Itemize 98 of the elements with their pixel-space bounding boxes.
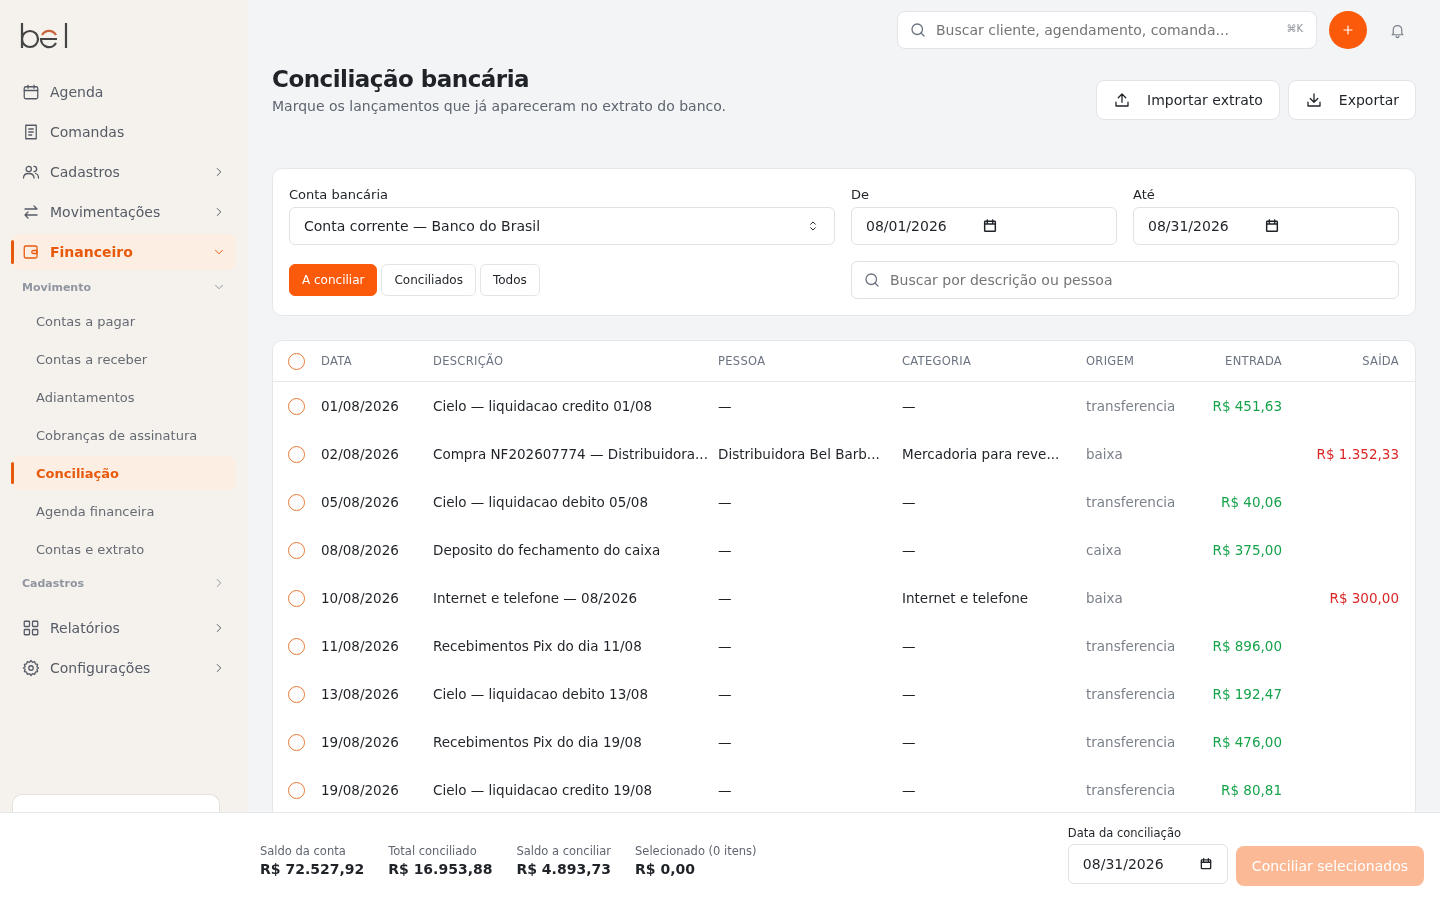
table-cell-text: baixa: [1086, 446, 1124, 462]
column-header: PESSOA: [718, 354, 767, 368]
table-cell-text: 02/08/2026: [321, 446, 400, 462]
action-button[interactable]: Exportar: [1287, 80, 1416, 120]
stat-value: R$ 72.527,92: [260, 861, 365, 877]
stat-value: R$ 4.893,73: [516, 861, 612, 877]
sidebar-item[interactable]: Cadastros: [12, 154, 236, 190]
field-label: De: [851, 187, 870, 202]
table-cell-text: —: [718, 638, 733, 654]
page-subtitle: Marque os lançamentos que já apareceram no extrato do banco.: [272, 98, 726, 114]
table-cell-text: 01/08/2026: [321, 398, 400, 414]
amount-cell: R$ 476,00: [1212, 734, 1282, 750]
sidebar-item[interactable]: Configurações: [12, 650, 236, 686]
table-cell-text: 05/08/2026: [321, 494, 400, 510]
date-field[interactable]: 08/31/2026: [1067, 843, 1228, 884]
amount-cell: R$ 451,63: [1212, 398, 1282, 414]
table-cell-text: Internet e telefone: [902, 590, 1030, 606]
table-cell-text: —: [902, 638, 917, 654]
table-cell-text: Mercadoria para reve...: [902, 446, 1061, 462]
table-cell-text: 19/08/2026: [321, 734, 400, 750]
sidebar-subitem[interactable]: Contas a receber: [12, 342, 236, 376]
table-cell-text: —: [718, 494, 733, 510]
table-cell-text: 19/08/2026: [321, 782, 400, 798]
field-label: Até: [1133, 187, 1156, 202]
table-cell-text: transferencia: [1086, 494, 1177, 510]
table-cell-text: Cielo — liquidacao credito 01/08: [433, 398, 654, 414]
amount-cell: R$ 1.352,33: [1316, 446, 1399, 462]
table-cell-text: —: [902, 398, 917, 414]
table-cell-text: baixa: [1086, 590, 1124, 606]
table-cell-text: transferencia: [1086, 398, 1177, 414]
table-cell-text: 11/08/2026: [321, 638, 400, 654]
table-cell-text: Distribuidora Bel Barb...: [718, 446, 881, 462]
table-cell-text: —: [902, 782, 917, 798]
sidebar-item[interactable]: Movimentações: [12, 194, 236, 230]
sidebar-subitem[interactable]: Cobranças de assinatura: [12, 418, 236, 452]
table-cell-text: Deposito do fechamento do caixa: [433, 542, 662, 558]
table-cell-text: transferencia: [1086, 782, 1177, 798]
table-cell-text: —: [902, 494, 917, 510]
action-button[interactable]: Importar extrato: [1096, 80, 1280, 120]
shortcut-hint: ⌘K: [1286, 23, 1303, 34]
table-cell-text: transferencia: [1086, 734, 1177, 750]
table-cell-text: —: [718, 590, 733, 606]
table-cell-text: Recebimentos Pix do dia 19/08: [433, 734, 643, 750]
stat-value: R$ 0,00: [635, 861, 696, 877]
table-cell-text: —: [902, 542, 917, 558]
column-header: DATA: [321, 354, 353, 368]
table-cell-text: —: [718, 542, 733, 558]
table-cell-text: —: [902, 734, 917, 750]
date-field[interactable]: 08/31/2026: [1133, 207, 1399, 245]
page-title: Conciliação bancária: [272, 66, 531, 92]
table-cell-text: 13/08/2026: [321, 686, 400, 702]
table-cell-text: Cielo — liquidacao debito 05/08: [433, 494, 649, 510]
amount-cell: R$ 375,00: [1212, 542, 1282, 558]
amount-cell: R$ 80,81: [1221, 782, 1282, 798]
sidebar-subitem[interactable]: Contas a pagar: [12, 304, 236, 338]
column-header: CATEGORIA: [902, 354, 973, 368]
table-cell-text: Recebimentos Pix do dia 11/08: [433, 638, 643, 654]
table-cell-text: —: [718, 686, 733, 702]
table-cell-text: —: [718, 782, 733, 798]
sidebar-subitem[interactable]: Agenda financeira: [12, 494, 236, 528]
filter-tab[interactable]: Todos: [479, 264, 540, 296]
table-cell-text: Internet e telefone — 08/2026: [433, 590, 639, 606]
table-cell-text: caixa: [1086, 542, 1123, 558]
table-cell-text: —: [718, 398, 733, 414]
stat-label: Total conciliado: [388, 844, 478, 858]
table-cell-text: —: [718, 734, 733, 750]
sidebar-item[interactable]: Agenda: [12, 74, 236, 110]
table-cell-text: —: [902, 686, 917, 702]
account-select[interactable]: Conta corrente — Banco do Brasil: [289, 207, 835, 245]
sidebar-subitem[interactable]: Contas e extrato: [12, 532, 236, 566]
stat-label: Saldo da conta: [260, 844, 347, 858]
table-cell-text: 10/08/2026: [321, 590, 400, 606]
field-label: Data da conciliação: [1067, 825, 1182, 840]
column-header: ORIGEM: [1086, 354, 1136, 368]
amount-cell: R$ 896,00: [1212, 638, 1282, 654]
sidebar-item[interactable]: Comandas: [12, 114, 236, 150]
column-header: DESCRIÇÃO: [433, 354, 505, 368]
table-cell-text: Compra NF202607774 — Distribuidora...: [433, 446, 709, 462]
filter-tab[interactable]: Conciliados: [381, 264, 476, 296]
table-cell-text: Cielo — liquidacao debito 13/08: [433, 686, 649, 702]
stat-label: Selecionado (0 itens): [635, 844, 757, 858]
column-header: ENTRADA: [1224, 354, 1282, 368]
search-field[interactable]: Buscar por descrição ou pessoa: [851, 261, 1399, 299]
table-cell-text: transferencia: [1086, 686, 1177, 702]
date-field[interactable]: 08/01/2026: [851, 207, 1117, 245]
stat-label: Saldo a conciliar: [516, 844, 612, 858]
amount-cell: R$ 192,47: [1212, 686, 1282, 702]
sidebar-item[interactable]: Relatórios: [12, 610, 236, 646]
column-header: SAÍDA: [1361, 354, 1399, 368]
stat-value: R$ 16.953,88: [388, 861, 493, 877]
filter-tab[interactable]: A conciliar: [289, 264, 378, 296]
sidebar-subitem[interactable]: Adiantamentos: [12, 380, 236, 414]
amount-cell: R$ 40,06: [1221, 494, 1282, 510]
table-cell-text: transferencia: [1086, 638, 1177, 654]
field-label: Conta bancária: [289, 187, 389, 202]
amount-cell: R$ 300,00: [1329, 590, 1399, 606]
table-cell-text: Cielo — liquidacao credito 19/08: [433, 782, 654, 798]
table-cell-text: 08/08/2026: [321, 542, 400, 558]
